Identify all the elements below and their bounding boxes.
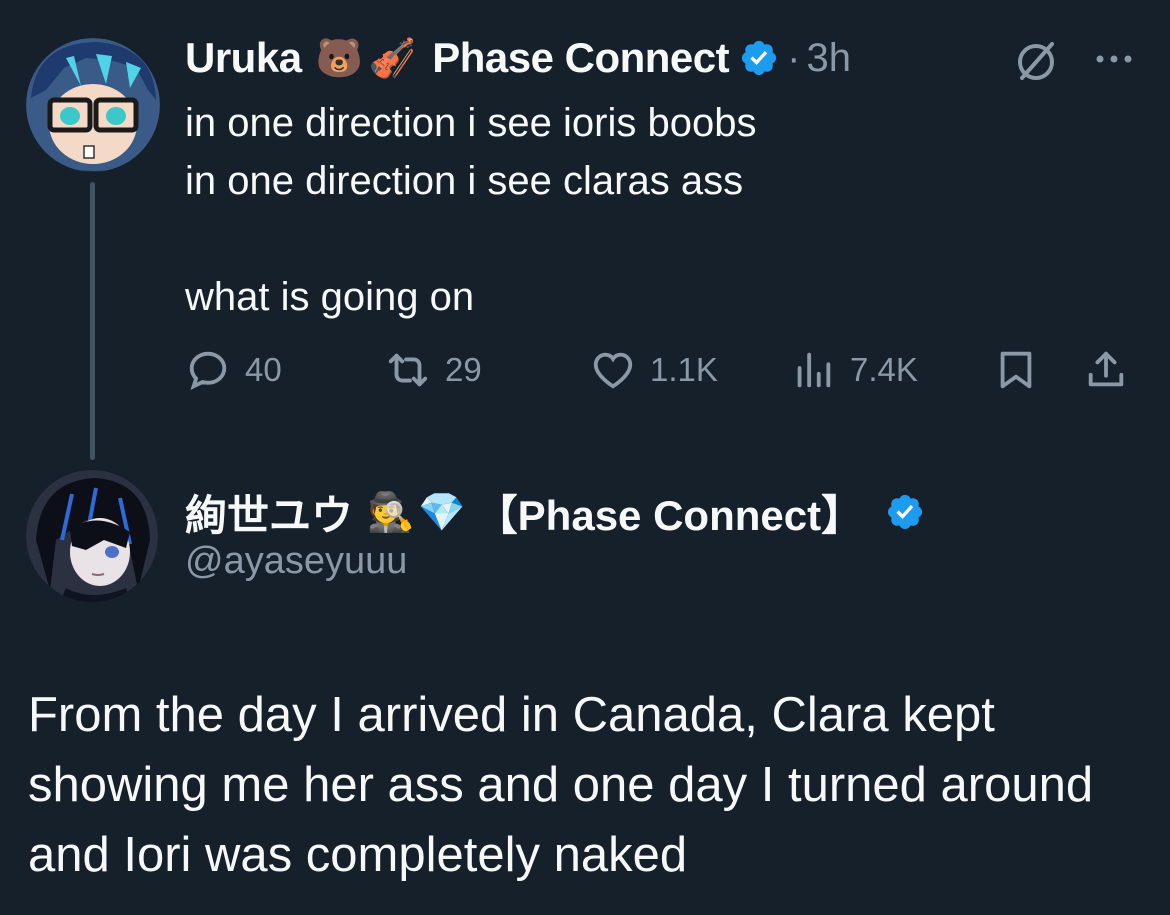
like-button[interactable]: 1.1K [590,338,718,402]
violin-emoji: 🎻 [368,35,417,80]
avatar-ayaseyuuu[interactable] [26,470,158,602]
timestamp[interactable]: 3h [806,36,851,81]
more-icon[interactable] [1090,44,1138,74]
affiliation: 【Phase Connect】 [475,491,864,539]
reply-count: 40 [245,351,282,388]
repost-button[interactable]: 29 [385,338,482,402]
user-handle[interactable]: @ayaseyuuu [185,540,407,583]
repost-icon [388,353,428,387]
reply-button[interactable]: 40 [185,338,282,402]
share-icon [1088,351,1124,387]
verified-badge-icon[interactable] [739,38,779,78]
separator-dot: · [787,35,801,80]
share-button[interactable] [1083,338,1129,402]
like-count: 1.1K [650,351,718,388]
bookmark-button[interactable] [993,338,1039,402]
bookmark-icon [1000,351,1032,389]
tweet2-author-row[interactable]: 絢世ユウ 🕵 💎 【Phase Connect】 [185,484,925,540]
display-name[interactable]: Uruka [185,34,302,82]
reply-icon [189,351,227,390]
tweet1-text: in one direction i see ioris boobs in on… [185,101,757,319]
gem-emoji: 💎 [418,489,466,534]
detective-emoji: 🕵 [367,489,415,534]
display-name[interactable]: 絢世ユウ [185,482,353,543]
views-button[interactable]: 7.4K [790,338,918,402]
views-icon [797,352,831,388]
verified-badge-icon[interactable] [885,492,925,532]
tweet2-text: From the day I arrived in Canada, Clara … [28,688,1094,882]
avatar-uruka[interactable] [26,38,160,172]
tweet1-author-row[interactable]: Uruka 🐻 🎻 Phase Connect · 3h [185,30,851,86]
grok-icon[interactable] [1012,38,1060,86]
view-count: 7.4K [850,351,918,388]
bear-emoji: 🐻 [315,35,363,80]
tweet1-action-bar: 40 29 1.1K 7.4K [185,338,1145,402]
repost-count: 29 [445,351,482,388]
like-icon [593,352,633,389]
affiliation: Phase Connect [432,34,730,81]
thread-connector-line [90,182,95,460]
